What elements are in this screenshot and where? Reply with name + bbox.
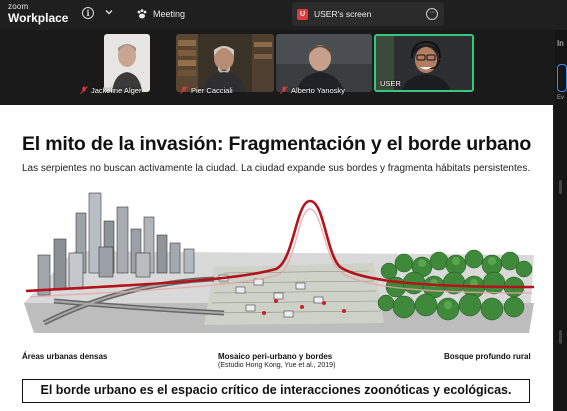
paw-icon bbox=[137, 9, 147, 19]
screen-share-tab[interactable]: U USER's screen ··· bbox=[292, 2, 444, 26]
caption-periurban-source: (Estudio Hong Kong, Yue et al., 2019) bbox=[218, 362, 336, 369]
side-panel: In Ev bbox=[555, 30, 567, 411]
more-options-icon[interactable]: ··· bbox=[426, 8, 438, 20]
participant-name-tag: Alberto Yanosky bbox=[280, 78, 345, 102]
participant-name: Pier Cacciali bbox=[191, 85, 233, 95]
app-logo: zoom Workplace bbox=[8, 2, 69, 25]
mic-off-icon bbox=[280, 86, 288, 94]
side-panel-label: Ev bbox=[557, 95, 565, 101]
conclusion-box: El borde urbano es el espacio crítico de… bbox=[22, 379, 530, 403]
meeting-label: Meeting bbox=[153, 9, 186, 19]
brand-main: Workplace bbox=[8, 11, 69, 25]
participant-name: Jackeline Alger bbox=[91, 85, 142, 95]
participant-name-tag: USER bbox=[380, 79, 401, 88]
scrollbar-thumb[interactable] bbox=[559, 180, 562, 194]
caption-periurban: Mosaico peri-urbano y bordes bbox=[218, 352, 333, 361]
participant-name-tag: Jackeline Alger bbox=[80, 78, 141, 102]
top-bar: zoom Workplace i Meeting U USER's screen… bbox=[0, 0, 567, 30]
scrollbar-thumb[interactable] bbox=[559, 330, 562, 344]
participant-tile-user-active-speaker[interactable]: USER bbox=[374, 34, 474, 92]
screen-share-label: USER's screen bbox=[314, 9, 372, 19]
side-panel-title: In bbox=[557, 39, 564, 48]
urban-to-forest-illustration bbox=[24, 192, 535, 333]
side-panel-button[interactable] bbox=[557, 64, 567, 92]
info-icon[interactable]: i bbox=[82, 7, 94, 19]
caption-forest: Bosque profundo rural bbox=[444, 352, 531, 361]
mic-off-icon bbox=[180, 86, 188, 94]
mic-off-icon bbox=[80, 86, 88, 94]
participant-name: USER bbox=[380, 79, 401, 88]
brand-top: zoom bbox=[8, 2, 29, 11]
meeting-button[interactable]: Meeting bbox=[136, 6, 185, 22]
slide-subtitle: Las serpientes no buscan activamente la … bbox=[22, 163, 531, 174]
shared-slide: El mito de la invasión: Fragmentación y … bbox=[0, 105, 553, 411]
participant-name: Alberto Yanosky bbox=[291, 85, 345, 95]
participant-name-tag: Pier Cacciali bbox=[180, 78, 233, 102]
caption-urban: Áreas urbanas densas bbox=[22, 352, 108, 361]
participant-strip: Jackeline Alger Pier Cacciali Alberto Ya… bbox=[0, 30, 555, 104]
user-badge: U bbox=[297, 9, 308, 20]
slide-title: El mito de la invasión: Fragmentación y … bbox=[22, 133, 532, 155]
chevron-down-icon[interactable] bbox=[104, 7, 114, 17]
